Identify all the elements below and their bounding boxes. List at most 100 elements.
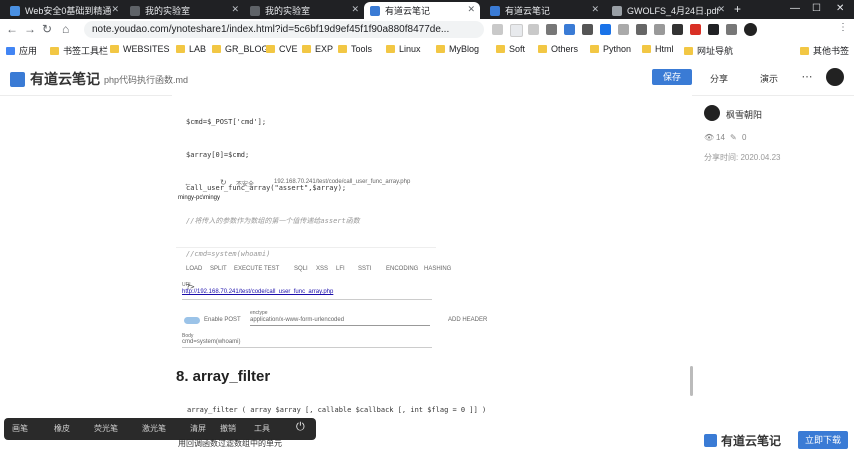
bookmark-other[interactable]: 其他书签 [800, 44, 849, 57]
page-output: mingy-pc\mingy [178, 195, 221, 201]
close-icon[interactable]: ✕ [591, 4, 599, 15]
toolbar-tools[interactable]: 工具 [254, 423, 270, 434]
toolbar-laser[interactable]: 激光笔 [142, 423, 166, 434]
extension-icon[interactable] [636, 24, 647, 35]
url-input[interactable]: note.youdao.com/ynoteshare1/index.html?i… [84, 21, 484, 38]
toolbar-undo[interactable]: 撤销 [220, 423, 236, 434]
extension-icon[interactable] [600, 24, 611, 35]
more-icon[interactable]: ⋯ [800, 70, 814, 84]
folder-icon [436, 45, 445, 53]
tab-lab-2[interactable]: 我的实验室 ✕ [244, 2, 364, 19]
youdao-logo[interactable]: 有道云笔记 [10, 69, 100, 89]
close-icon[interactable]: ✕ [231, 4, 239, 15]
extension-icon[interactable] [492, 24, 503, 35]
close-icon[interactable]: ✕ [111, 4, 119, 15]
folder-icon [538, 45, 547, 53]
bookmark-folder[interactable]: EXP [302, 44, 333, 54]
folder-icon [386, 45, 395, 53]
close-window-icon[interactable]: ✕ [836, 3, 844, 14]
extension-icon[interactable] [582, 24, 593, 35]
extension-icon[interactable] [654, 24, 665, 35]
tab-web-security[interactable]: Web安全0基础到精通 ✕ [4, 2, 124, 19]
code-line: $cmd=$_POST['cmd']; [186, 118, 267, 126]
extension-icon[interactable] [618, 24, 629, 35]
bookmark-folder[interactable]: Soft [496, 44, 525, 54]
extension-icon[interactable] [708, 24, 719, 35]
forward-icon[interactable]: → [24, 22, 36, 36]
comment-icon: ✎ [730, 133, 737, 142]
close-icon[interactable]: ✕ [717, 4, 725, 15]
app-header: 有道云笔记 php代码执行函数.md 保存 分享 演示 ⋯ [0, 59, 854, 96]
power-icon[interactable]: ⏻ [296, 421, 305, 434]
extension-icon[interactable] [546, 24, 557, 35]
new-tab-icon[interactable]: + [734, 2, 741, 16]
bookmark-folder[interactable]: Others [538, 44, 578, 54]
tab-favicon-icon [250, 5, 260, 16]
close-icon[interactable]: ✕ [467, 4, 475, 15]
extension-icon[interactable] [726, 24, 737, 35]
bookmarks-bar: 应用 书签工具栏 WEBSITES LAB GR_BLOG CVE EXP To… [0, 41, 854, 60]
bookmark-folder[interactable]: 书签工具栏 [50, 44, 108, 57]
profile-avatar[interactable] [744, 23, 757, 36]
bookmark-apps[interactable]: 应用 [6, 44, 37, 57]
views-icon: 👁 [704, 133, 715, 142]
browser-tab-bar: Web安全0基础到精通 ✕ 我的实验室 ✕ 我的实验室 ✕ 有道云笔记 ✕ 有道云笔记 ✕… [0, 0, 854, 19]
tab-youdao[interactable]: 有道云笔记 ✕ [484, 2, 604, 19]
menu-icon[interactable]: ⋮ [838, 22, 848, 33]
tab-favicon-icon [490, 5, 500, 16]
bookmark-folder[interactable]: 网址导航 [684, 44, 733, 57]
bookmark-folder[interactable]: GR_BLOG [212, 44, 269, 54]
download-button[interactable]: 立即下载 [798, 431, 848, 449]
post-body: cmd=system(whoami) [182, 339, 241, 345]
author-sidebar: 枫雪朝阳 👁 14 ✎ 0 分享时间: 2020.04.23 [700, 95, 854, 458]
folder-icon [684, 46, 693, 55]
logo-icon [704, 434, 717, 447]
present-button[interactable]: 演示 [760, 72, 778, 85]
tab-youdao-active[interactable]: 有道云笔记 ✕ [364, 2, 480, 19]
section-heading: 8. array_filter [176, 368, 271, 385]
extension-icon[interactable] [672, 24, 683, 35]
bookmark-folder[interactable]: Tools [338, 44, 372, 54]
toolbar-pen[interactable]: 画笔 [12, 423, 28, 434]
share-button[interactable]: 分享 [710, 72, 728, 85]
code-line: $array[0]=$cmd; [186, 151, 250, 159]
bookmark-folder[interactable]: Python [590, 44, 631, 54]
bookmark-folder[interactable]: WEBSITES [110, 44, 170, 54]
tab-pdf[interactable]: GWOLFS_4月24日.pdf ✕ [606, 2, 730, 19]
folder-icon [590, 45, 599, 53]
toolbar-eraser[interactable]: 橡皮 [54, 423, 70, 434]
bookmark-folder[interactable]: CVE [266, 44, 298, 54]
extension-icon[interactable] [690, 24, 701, 35]
back-icon: ← [184, 179, 192, 188]
user-avatar[interactable] [826, 68, 844, 86]
divider [250, 325, 430, 326]
extension-icon[interactable] [528, 24, 539, 35]
reload-icon[interactable]: ↻ [42, 22, 52, 36]
tab-favicon-icon [130, 5, 140, 16]
toolbar-clear[interactable]: 清屏 [190, 423, 206, 434]
author-avatar[interactable] [704, 105, 720, 121]
back-icon[interactable]: ← [6, 22, 18, 36]
close-icon[interactable]: ✕ [351, 4, 359, 15]
folder-icon [176, 45, 185, 53]
content-type-select: application/x-www-form-urlencoded [250, 317, 345, 323]
bookmark-folder[interactable]: LAB [176, 44, 206, 54]
bookmark-folder[interactable]: Html [642, 44, 674, 54]
home-icon[interactable]: ⌂ [62, 22, 69, 36]
divider [176, 247, 436, 248]
extension-icon[interactable] [564, 24, 575, 35]
minimize-icon[interactable]: — [790, 3, 800, 14]
tab-lab-1[interactable]: 我的实验室 ✕ [124, 2, 244, 19]
not-secure-label: 不安全 [236, 182, 255, 188]
author-name[interactable]: 枫雪朝阳 [726, 108, 762, 121]
extension-icon[interactable] [510, 24, 523, 37]
bookmark-folder[interactable]: Linux [386, 44, 421, 54]
maximize-icon[interactable]: ☐ [812, 3, 821, 14]
comment-count: 0 [742, 133, 747, 142]
scrollbar[interactable] [690, 366, 693, 396]
bookmark-folder[interactable]: MyBlog [436, 44, 479, 54]
toolbar-highlighter[interactable]: 荧光笔 [94, 423, 118, 434]
views-count: 14 [716, 133, 725, 142]
save-button[interactable]: 保存 [652, 69, 692, 85]
folder-icon [642, 45, 651, 53]
